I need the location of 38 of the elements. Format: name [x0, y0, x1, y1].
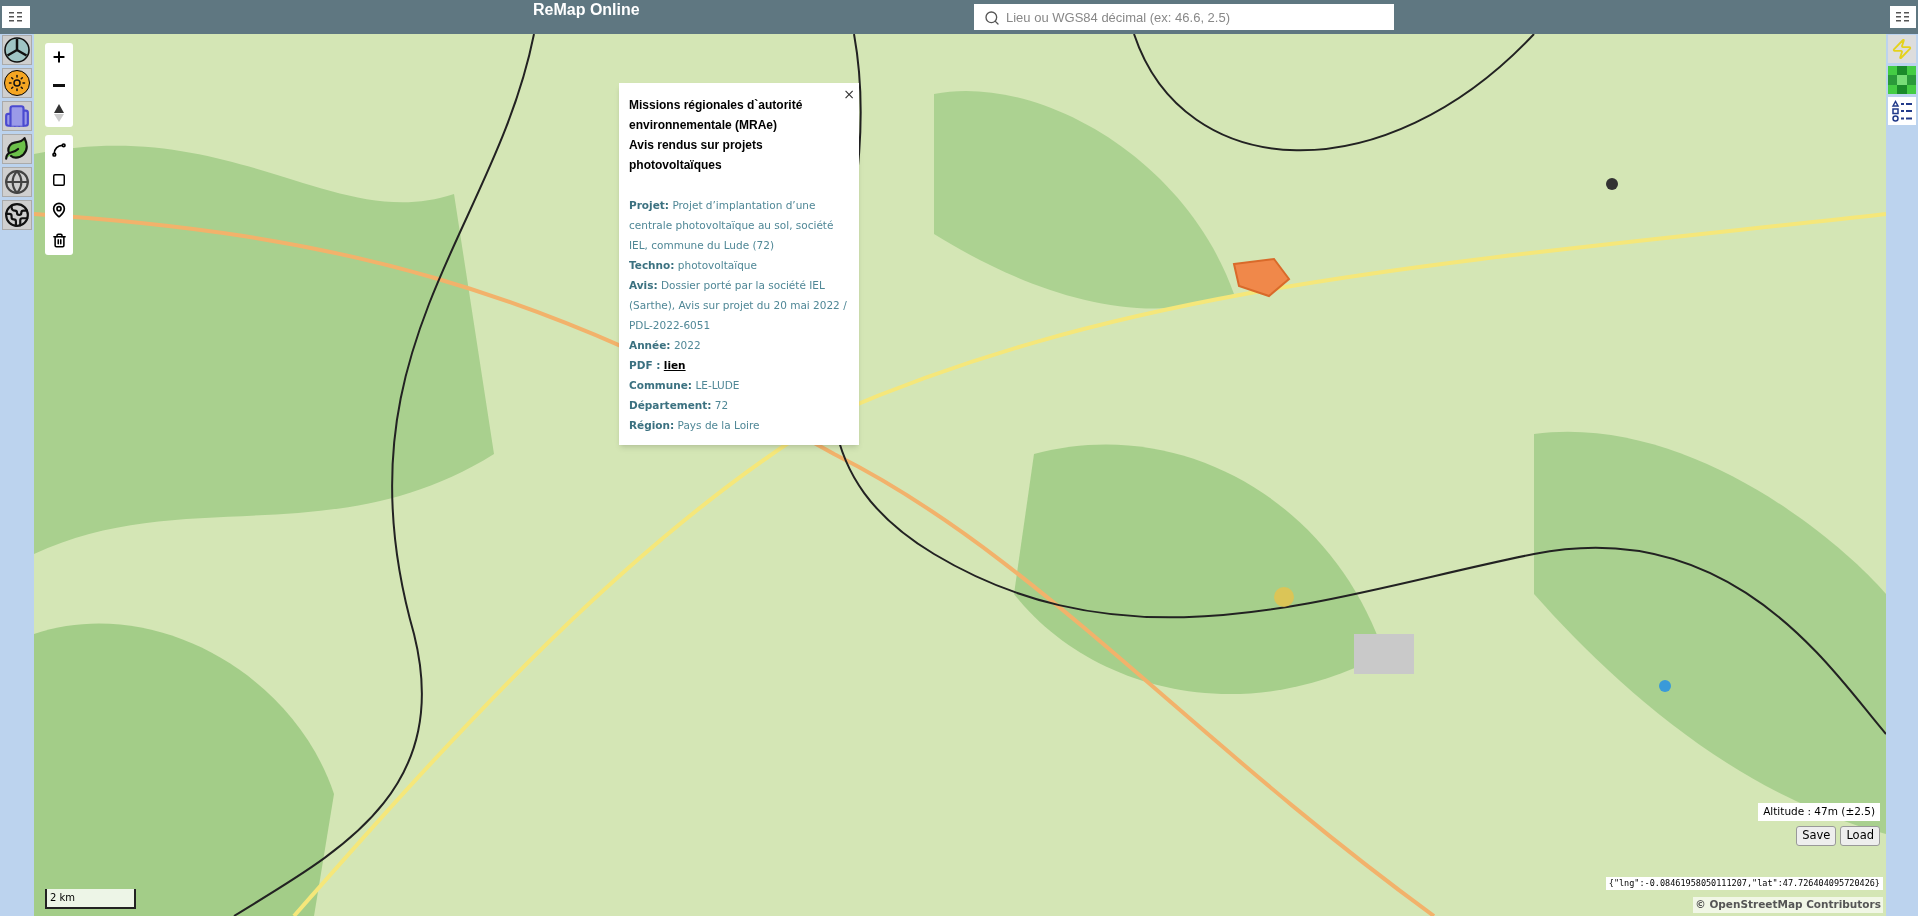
popup-field: Année: 2022	[629, 335, 849, 355]
minus-icon	[53, 83, 65, 87]
coordinates-label: {"lng":-0.08461958050111207,"lat":47.726404095720426}	[1605, 877, 1883, 890]
popup-title: Missions régionales d`autorité environnementale (MRAe)	[629, 97, 804, 134]
map-button[interactable]: Save	[1796, 826, 1837, 846]
plus-icon	[51, 49, 67, 65]
menu-icon	[1896, 11, 1910, 23]
popup-field: Techno: photovoltaïque	[629, 255, 849, 275]
line-icon	[51, 142, 67, 158]
leaf-icon[interactable]	[2, 134, 32, 164]
popup-field: Région: Pays de la Loire	[629, 415, 849, 435]
altitude-label: Altitude : 47m (±2.5)	[1758, 803, 1880, 821]
compass-icon	[54, 104, 64, 122]
popup-title: Avis rendus sur projets photovoltaïques	[629, 137, 764, 174]
field-label: PDF :	[629, 359, 661, 371]
legend-icon[interactable]	[1888, 97, 1916, 125]
menu-button[interactable]	[2, 6, 30, 28]
map-button[interactable]: Load	[1840, 826, 1880, 846]
search-field[interactable]: Lieu ou WGS84 décimal (ex: 46.6, 2.5)	[974, 4, 1394, 30]
map-pin-icon	[51, 202, 67, 218]
pdf-link[interactable]: lien	[663, 359, 686, 371]
menu-icon	[9, 11, 23, 23]
sun-icon[interactable]	[2, 68, 32, 98]
earth-icon[interactable]	[2, 200, 32, 230]
close-button[interactable]: ×	[843, 84, 855, 105]
scale-bar: 2 km	[45, 889, 136, 909]
checker-grid-icon[interactable]	[1888, 66, 1916, 94]
globe-icon[interactable]	[2, 167, 32, 197]
popup-field: Avis: Dossier porté par la société IEL (Sarthe), Avis sur projet du 20 mai 2022 / PDL-2022-6051	[629, 275, 849, 335]
app-title: ReMap Online	[533, 0, 641, 20]
search-icon	[984, 10, 1000, 26]
popup-field: Commune: LE-LUDE	[629, 375, 849, 395]
square-icon	[52, 173, 66, 187]
popup-field: Projet: Projet d’implantation d’une centrale photovoltaïque au sol, société IEL, commune du Lude (72)	[629, 195, 849, 255]
popup-field: Département: 72	[629, 395, 849, 415]
menu-button[interactable]	[1890, 6, 1916, 28]
map-attribution: © OpenStreetMap Contributors	[1693, 897, 1883, 913]
trash-icon	[51, 232, 67, 248]
